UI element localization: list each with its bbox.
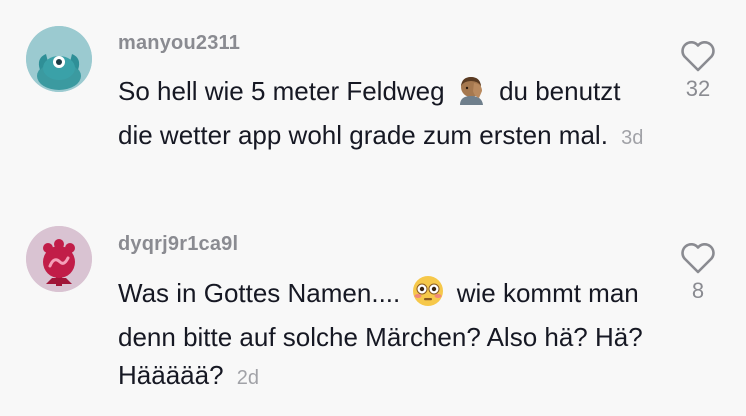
comment-username[interactable]: manyou2311 bbox=[118, 32, 240, 55]
like-button[interactable]: 32 bbox=[676, 40, 720, 102]
heart-icon bbox=[681, 41, 715, 72]
like-count: 8 bbox=[691, 278, 705, 303]
flower-avatar-icon bbox=[26, 226, 92, 292]
avatar[interactable] bbox=[26, 226, 92, 292]
like-count: 32 bbox=[685, 76, 711, 101]
facepalm-emoji-icon bbox=[456, 74, 488, 116]
comment-text-part-1: So hell wie 5 meter Feldweg bbox=[118, 76, 445, 106]
like-button[interactable]: 8 bbox=[676, 242, 720, 304]
comment-text: So hell wie 5 meter Feldweg du benutzt d… bbox=[118, 72, 658, 157]
comment-age: 3d bbox=[621, 127, 644, 149]
monster-avatar-icon bbox=[26, 26, 92, 92]
flushed-face-emoji-icon bbox=[411, 274, 445, 318]
heart-icon bbox=[681, 243, 715, 274]
comment-username[interactable]: dyqrj9r1ca9l bbox=[118, 233, 238, 256]
comment-text: Was in Gottes Namen.... wie kommt man de… bbox=[118, 274, 658, 397]
comment-age: 2d bbox=[236, 367, 260, 389]
avatar[interactable] bbox=[26, 26, 92, 92]
comment-text-part-1: Was in Gottes Namen.... bbox=[118, 278, 401, 308]
